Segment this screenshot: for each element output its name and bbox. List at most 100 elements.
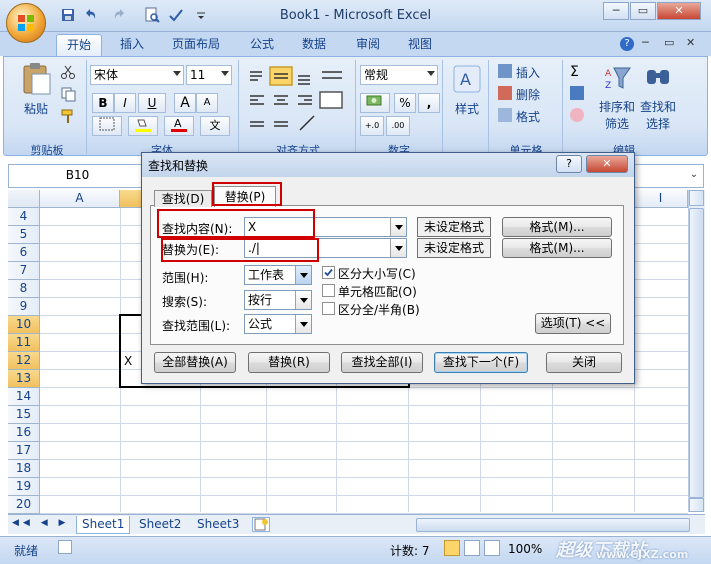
increase-decimal-button[interactable]: +.0	[360, 116, 384, 136]
alignment-buttons[interactable]	[244, 66, 354, 138]
row-header[interactable]: 14	[8, 388, 40, 406]
row-header[interactable]: 7	[8, 262, 40, 280]
look-in-select[interactable]: 公式	[244, 314, 312, 334]
horizontal-scroll-thumb[interactable]	[416, 518, 690, 532]
number-format-combo[interactable]: 常规	[360, 65, 438, 85]
page-layout-view-icon[interactable]	[464, 540, 480, 556]
sort-filter-button[interactable]: 排序和 筛选	[598, 98, 636, 132]
normal-view-icon[interactable]	[444, 540, 460, 556]
tab-find[interactable]: 查找(D)	[154, 190, 212, 207]
search-select[interactable]: 按行	[244, 290, 312, 310]
restore-button[interactable]: ▭	[630, 2, 656, 20]
ribbon-restore-button[interactable]: ▭	[664, 36, 674, 49]
shrink-font-button[interactable]: A	[196, 93, 218, 113]
replace-all-button[interactable]: 全部替换(A)	[154, 352, 236, 373]
tab-insert[interactable]: 插入	[110, 34, 154, 56]
underline-button[interactable]: U	[138, 93, 166, 113]
find-next-button[interactable]: 查找下一个(F)	[434, 352, 528, 373]
styles-icon[interactable]: A	[452, 64, 482, 94]
insert-sheet-icon[interactable]	[252, 517, 270, 532]
row-header[interactable]: 20	[8, 496, 40, 514]
dialog-close-icon[interactable]: ✕	[586, 155, 628, 173]
expand-formula-bar-icon[interactable]: ⌄	[686, 166, 702, 184]
autosum-button[interactable]: Σ	[570, 64, 579, 80]
comma-button[interactable]: ,	[418, 93, 440, 113]
tab-data[interactable]: 数据	[292, 34, 336, 56]
options-button[interactable]: 选项(T) <<	[535, 313, 611, 334]
row-header[interactable]: 18	[8, 460, 40, 478]
sheet-tab-1[interactable]: Sheet1	[76, 516, 131, 534]
column-header-a[interactable]: A	[40, 190, 120, 208]
currency-button[interactable]	[360, 93, 390, 113]
sort-filter-icon[interactable]: AZ	[604, 64, 632, 92]
paste-icon[interactable]	[20, 62, 52, 96]
column-header-b[interactable]	[120, 190, 142, 208]
tab-home[interactable]: 开始	[56, 34, 103, 56]
row-header[interactable]: 12	[8, 352, 40, 370]
select-all-corner[interactable]	[8, 190, 40, 208]
scroll-up-button[interactable]	[689, 190, 704, 206]
row-header[interactable]: 13	[8, 370, 40, 388]
help-icon[interactable]: ?	[620, 37, 634, 51]
row-header[interactable]: 5	[8, 226, 40, 244]
row-header[interactable]: 4	[8, 208, 40, 226]
replace-button[interactable]: 替换(R)	[248, 352, 330, 373]
paste-button[interactable]: 粘贴	[20, 100, 52, 117]
dialog-help-button[interactable]: ?	[556, 155, 582, 173]
row-header[interactable]: 11	[8, 334, 40, 352]
row-header[interactable]: 9	[8, 298, 40, 316]
grow-font-button[interactable]: A	[174, 93, 196, 113]
percent-button[interactable]: %	[394, 93, 416, 113]
decrease-decimal-button[interactable]: .00	[386, 116, 410, 136]
scope-select[interactable]: 工作表	[244, 265, 312, 285]
fill-down-icon[interactable]	[570, 86, 584, 100]
replace-history-dropdown[interactable]	[390, 239, 406, 257]
find-format-button[interactable]: 格式(M)...	[502, 217, 612, 237]
tab-formulas[interactable]: 公式	[240, 34, 284, 56]
office-button[interactable]	[6, 3, 46, 43]
row-header[interactable]: 19	[8, 478, 40, 496]
match-case-checkbox[interactable]	[322, 266, 335, 279]
ribbon-minimize-button[interactable]: ─	[642, 36, 649, 49]
copy-icon[interactable]	[60, 86, 76, 102]
workbook-close-button[interactable]: ✕	[686, 36, 695, 49]
tab-page-layout[interactable]: 页面布局	[162, 34, 230, 56]
sheet-tab-3[interactable]: Sheet3	[192, 516, 244, 534]
borders-button[interactable]	[92, 116, 122, 136]
bold-button[interactable]: B	[92, 93, 114, 113]
zoom-level[interactable]: 100%	[508, 542, 542, 556]
styles-button[interactable]: 样式	[450, 100, 484, 117]
close-dialog-button[interactable]: 关闭	[546, 352, 622, 373]
row-header[interactable]: 6	[8, 244, 40, 262]
fill-color-button[interactable]	[128, 116, 158, 136]
name-box[interactable]: B10	[8, 164, 148, 188]
delete-cells-button[interactable]: 删除	[516, 86, 540, 103]
phonetic-button[interactable]: 文	[200, 116, 230, 136]
row-header[interactable]: 15	[8, 406, 40, 424]
match-width-checkbox[interactable]	[322, 302, 335, 315]
insert-cells-button[interactable]: 插入	[516, 64, 540, 81]
font-color-button[interactable]: A	[164, 116, 194, 136]
replace-format-button[interactable]: 格式(M)...	[502, 238, 612, 258]
row-header[interactable]: 8	[8, 280, 40, 298]
page-break-view-icon[interactable]	[484, 540, 500, 556]
clear-icon[interactable]	[570, 108, 584, 122]
macro-record-icon[interactable]	[58, 540, 72, 554]
find-history-dropdown[interactable]	[390, 218, 406, 236]
column-header-i[interactable]: I	[634, 190, 688, 208]
row-header[interactable]: 10	[8, 316, 40, 334]
find-select-button[interactable]: 查找和 选择	[638, 98, 678, 132]
scroll-down-button[interactable]	[689, 498, 704, 512]
match-cell-checkbox[interactable]	[322, 284, 335, 297]
sheet-tab-2[interactable]: Sheet2	[134, 516, 186, 534]
tab-view[interactable]: 视图	[398, 34, 442, 56]
cut-icon[interactable]	[60, 64, 76, 80]
tab-review[interactable]: 审阅	[346, 34, 390, 56]
vertical-scroll-thumb[interactable]	[689, 208, 704, 498]
minimize-button[interactable]: ─	[603, 2, 629, 20]
format-painter-icon[interactable]	[60, 108, 76, 124]
font-name-combo[interactable]: 宋体	[90, 65, 184, 85]
find-all-button[interactable]: 查找全部(I)	[341, 352, 423, 373]
format-cells-button[interactable]: 格式	[516, 108, 540, 125]
close-button[interactable]: ✕	[657, 2, 701, 20]
